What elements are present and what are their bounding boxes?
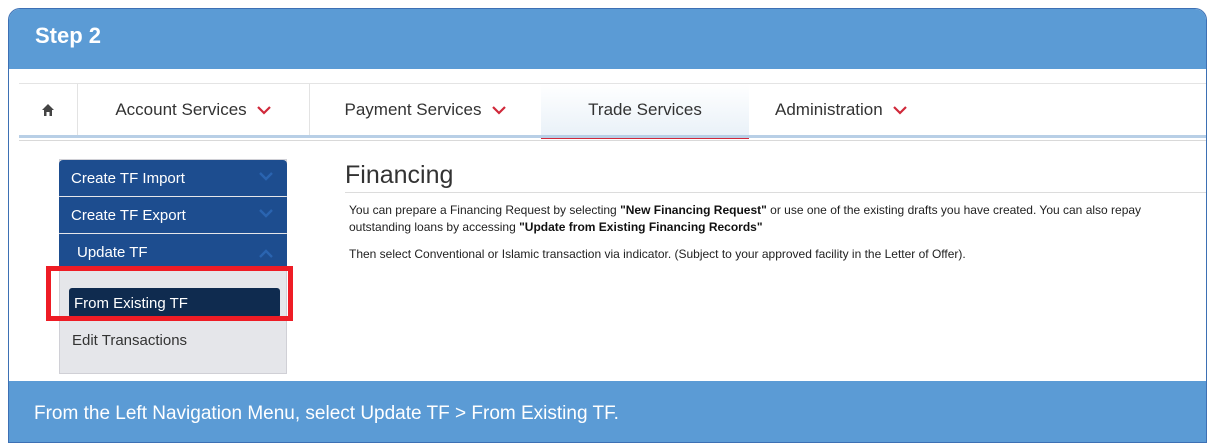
chevron-down-icon bbox=[256, 106, 271, 115]
update-existing-records-emphasis: "Update from Existing Financing Records" bbox=[519, 220, 763, 234]
menu-create-tf-import-label: Create TF Import bbox=[71, 169, 185, 187]
indicator-paragraph: Then select Conventional or Islamic tran… bbox=[349, 247, 966, 261]
intro-paragraph: You can prepare a Financing Request by s… bbox=[349, 202, 1199, 236]
step-title: Step 2 bbox=[35, 23, 102, 48]
menu-edit-transactions[interactable]: Edit Transactions bbox=[72, 332, 187, 349]
top-navigation: Account Services Payment Services Trade … bbox=[19, 83, 1206, 139]
instruction-footer: From the Left Navigation Menu, select Up… bbox=[9, 381, 1206, 442]
tutorial-frame: Step 2 Account Services Payment Services… bbox=[8, 8, 1207, 443]
nav-trade-services-label: Trade Services bbox=[588, 100, 702, 119]
nav-divider bbox=[19, 140, 1206, 141]
chevron-down-icon bbox=[892, 106, 907, 115]
chevron-down-icon bbox=[259, 209, 273, 218]
new-financing-request-emphasis: "New Financing Request" bbox=[620, 203, 767, 217]
step-header: Step 2 bbox=[9, 9, 1206, 69]
highlight-box bbox=[46, 266, 293, 321]
nav-home[interactable] bbox=[19, 84, 77, 136]
nav-trade-services[interactable]: Trade Services bbox=[541, 84, 749, 139]
chevron-down-icon bbox=[259, 172, 273, 181]
nav-underline bbox=[19, 135, 1206, 138]
intro-text-part: You can prepare a Financing Request by s… bbox=[349, 203, 621, 217]
title-divider bbox=[345, 192, 1206, 193]
chevron-down-icon bbox=[491, 106, 506, 115]
nav-administration[interactable]: Administration bbox=[775, 84, 975, 136]
nav-payment-services[interactable]: Payment Services bbox=[309, 84, 541, 136]
nav-account-services-label: Account Services bbox=[115, 100, 247, 119]
home-icon bbox=[42, 104, 54, 116]
chevron-up-icon bbox=[259, 249, 273, 258]
menu-create-tf-import[interactable]: Create TF Import bbox=[59, 160, 287, 196]
menu-create-tf-export-label: Create TF Export bbox=[71, 206, 186, 224]
nav-administration-label: Administration bbox=[775, 100, 883, 119]
menu-create-tf-export[interactable]: Create TF Export bbox=[59, 197, 287, 233]
nav-account-services[interactable]: Account Services bbox=[77, 84, 309, 136]
page-title: Financing bbox=[345, 161, 454, 189]
menu-update-tf-label: Update TF bbox=[77, 244, 148, 261]
instruction-text: From the Left Navigation Menu, select Up… bbox=[34, 403, 619, 424]
nav-payment-services-label: Payment Services bbox=[344, 100, 482, 119]
